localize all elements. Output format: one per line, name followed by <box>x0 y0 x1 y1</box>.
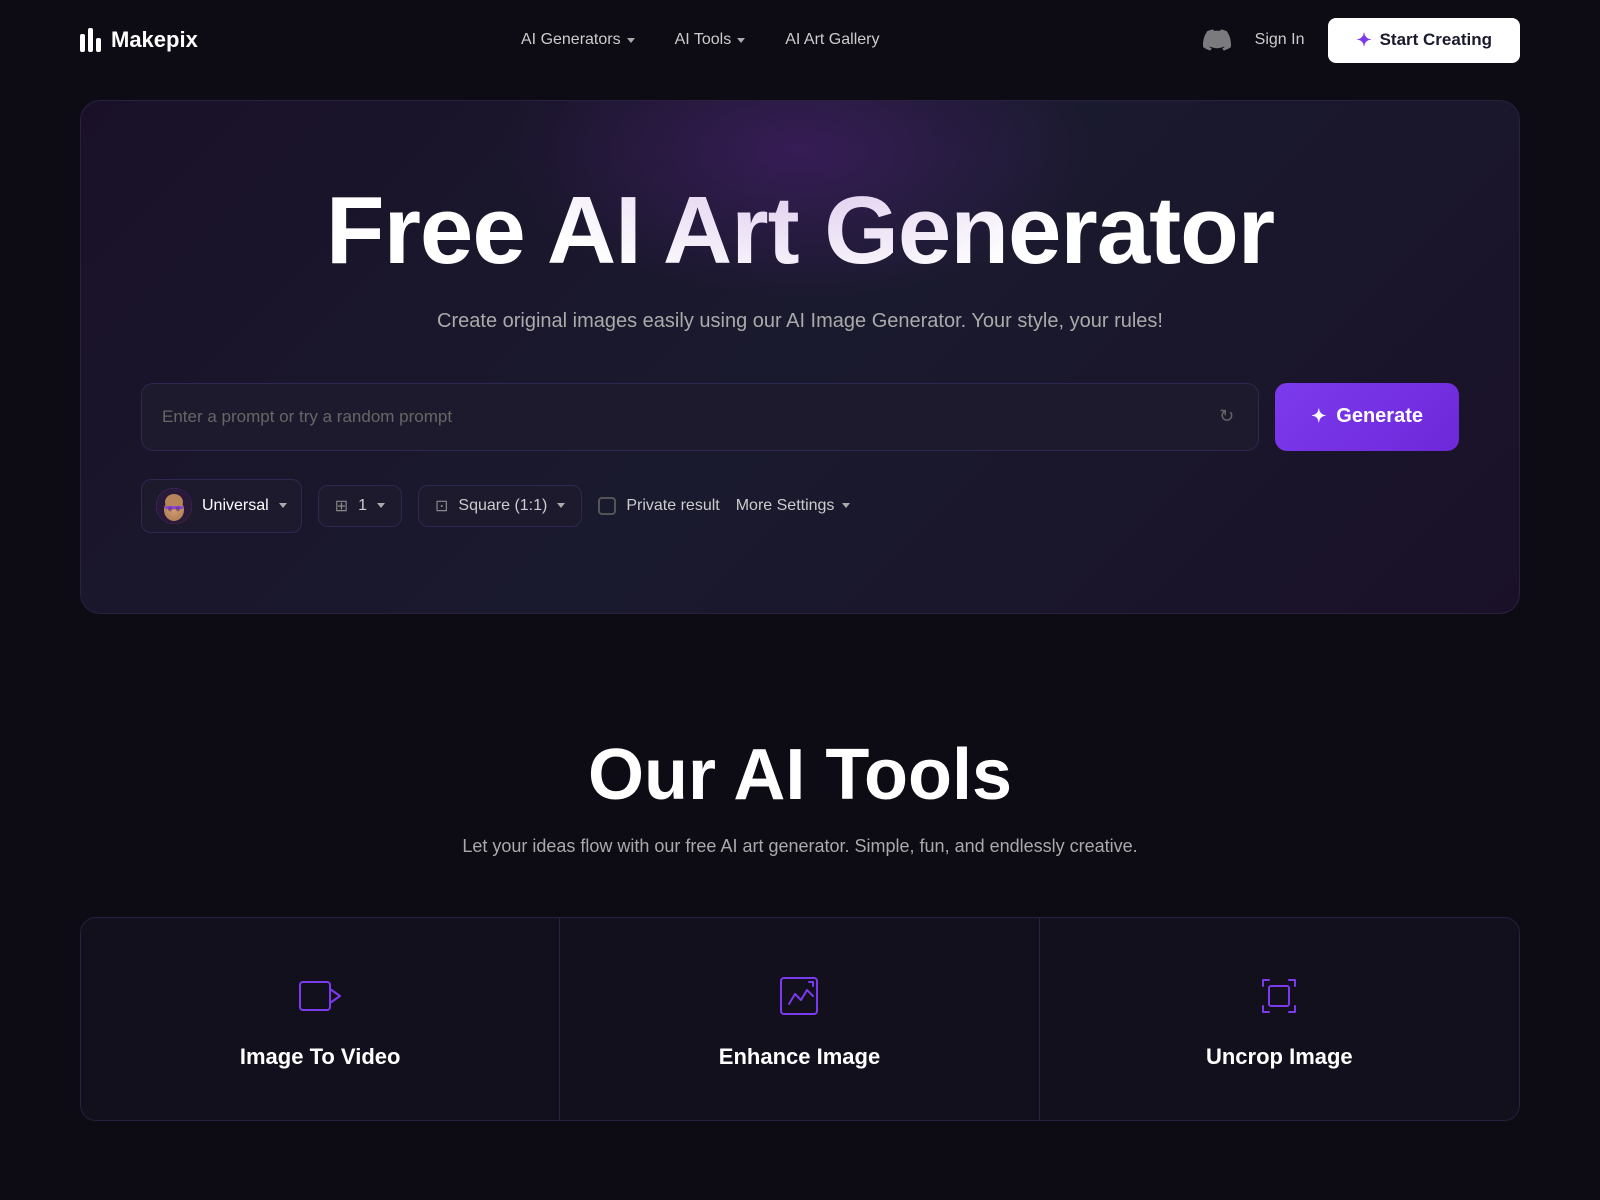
private-result-label: Private result <box>626 497 719 515</box>
chevron-down-icon <box>279 503 287 508</box>
tool-card-enhance-image[interactable]: Enhance Image <box>560 918 1039 1120</box>
tool-name-enhance-image: Enhance Image <box>719 1044 880 1070</box>
tool-icon-wrapper <box>292 968 348 1024</box>
tools-section: Our AI Tools Let your ideas flow with ou… <box>0 674 1600 1161</box>
ratio-selector[interactable]: ⊡ Square (1:1) <box>418 485 582 527</box>
chevron-down-icon <box>377 503 385 508</box>
private-result-checkbox[interactable] <box>598 497 616 515</box>
tool-name-uncrop-image: Uncrop Image <box>1206 1044 1353 1070</box>
uncrop-icon <box>1255 972 1303 1020</box>
video-icon <box>296 972 344 1020</box>
model-selector[interactable]: Universal <box>141 479 302 533</box>
tool-icon-wrapper <box>771 968 827 1024</box>
aspect-ratio-icon: ⊡ <box>435 496 448 516</box>
hero-title: Free AI Art Generator <box>141 181 1459 282</box>
start-creating-button[interactable]: ✦ Start Creating <box>1328 18 1520 63</box>
model-name: Universal <box>202 497 269 515</box>
nav-links: AI Generators AI Tools AI Art Gallery <box>521 31 879 49</box>
count-selector[interactable]: ⊞ 1 <box>318 485 402 527</box>
enhance-icon <box>775 972 823 1020</box>
chevron-down-icon <box>842 503 850 508</box>
tools-subtitle: Let your ideas flow with our free AI art… <box>80 836 1520 857</box>
prompt-input-wrapper[interactable]: ↻ <box>141 383 1259 451</box>
more-settings-button[interactable]: More Settings <box>736 497 851 515</box>
sparkle-icon: ✦ <box>1311 406 1326 427</box>
tool-card-uncrop-image[interactable]: Uncrop Image <box>1040 918 1519 1120</box>
tools-grid: Image To Video Enhance Image <box>80 917 1520 1121</box>
nav-right: Sign In ✦ Start Creating <box>1203 18 1520 63</box>
chevron-down-icon <box>627 38 635 43</box>
refresh-icon[interactable]: ↻ <box>1215 402 1238 431</box>
prompt-bar: ↻ ✦ Generate <box>141 383 1459 451</box>
logo-text: Makepix <box>111 27 198 53</box>
tool-icon-wrapper <box>1251 968 1307 1024</box>
model-avatar-image <box>156 488 192 524</box>
generate-button[interactable]: ✦ Generate <box>1275 383 1459 451</box>
prompt-input[interactable] <box>162 407 1215 427</box>
hero-section: Free AI Art Generator Create original im… <box>80 100 1520 614</box>
tool-card-image-to-video[interactable]: Image To Video <box>81 918 560 1120</box>
model-avatar <box>156 488 192 524</box>
hero-subtitle: Create original images easily using our … <box>141 310 1459 333</box>
nav-ai-generators[interactable]: AI Generators <box>521 31 635 49</box>
tool-name-image-to-video: Image To Video <box>240 1044 401 1070</box>
controls-row: Universal ⊞ 1 ⊡ Square (1:1) Private res… <box>141 479 1459 533</box>
discord-icon[interactable] <box>1203 26 1231 54</box>
navbar: Makepix AI Generators AI Tools AI Art Ga… <box>0 0 1600 80</box>
private-result-toggle[interactable]: Private result <box>598 497 719 515</box>
chevron-down-icon <box>557 503 565 508</box>
image-count-icon: ⊞ <box>335 496 348 516</box>
chevron-down-icon <box>737 38 745 43</box>
nav-ai-tools[interactable]: AI Tools <box>675 31 746 49</box>
nav-ai-art-gallery[interactable]: AI Art Gallery <box>785 31 879 49</box>
tools-title: Our AI Tools <box>80 734 1520 816</box>
logo-icon <box>80 28 101 52</box>
sign-in-button[interactable]: Sign In <box>1255 31 1305 49</box>
logo[interactable]: Makepix <box>80 27 198 53</box>
sparkle-icon: ✦ <box>1356 30 1371 51</box>
